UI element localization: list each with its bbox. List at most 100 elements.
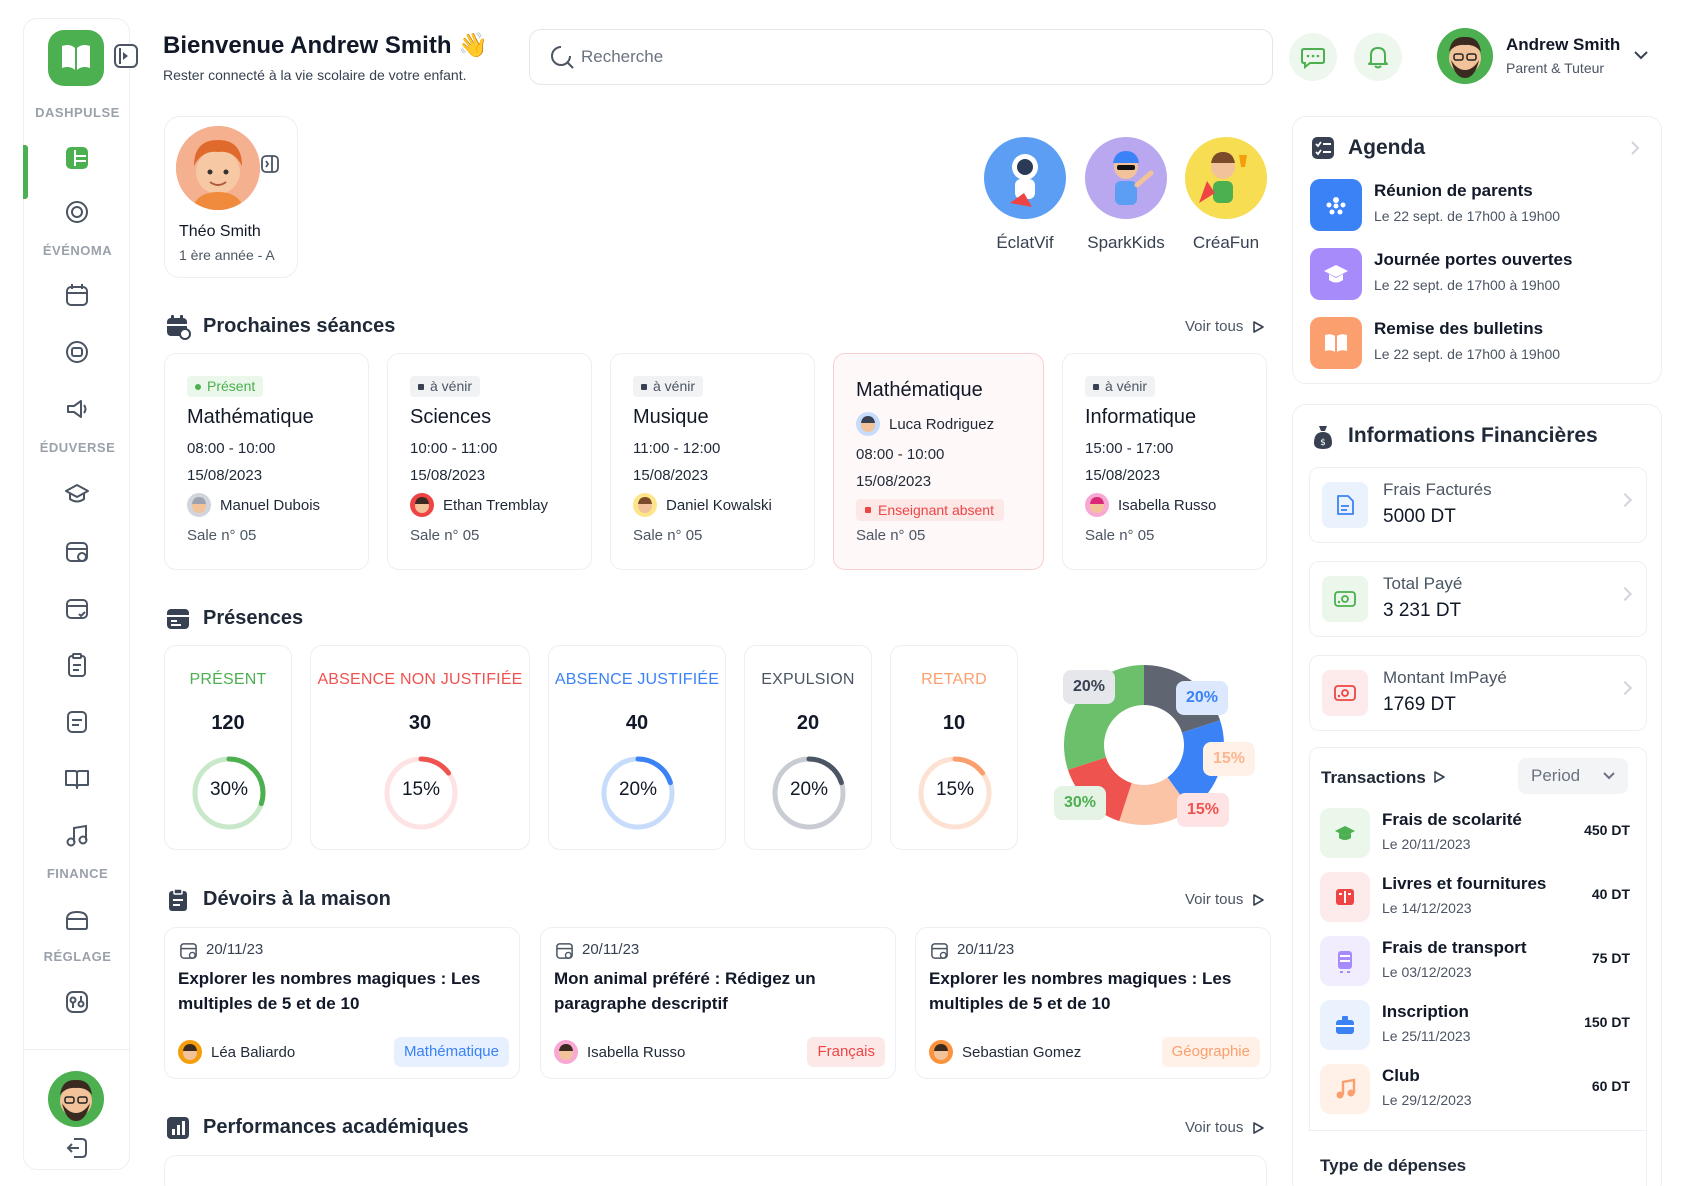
notifications-button[interactable]	[1354, 33, 1402, 81]
transaction-row[interactable]: Club Le 29/12/2023 60 DT	[1320, 1062, 1630, 1118]
finance-item[interactable]: Total Payé 3 231 DT	[1309, 561, 1647, 637]
club-eclatvif[interactable]: ÉclatVif	[983, 137, 1067, 253]
agenda-item[interactable]: Journée portes ouvertes Le 22 sept. de 1…	[1310, 248, 1630, 302]
megaphone-icon[interactable]	[62, 394, 92, 424]
messages-button[interactable]	[1289, 33, 1337, 81]
seance-subject: Mathématique	[187, 406, 314, 428]
seance-date: 15/08/2023	[856, 473, 932, 490]
period-select[interactable]: Period	[1518, 758, 1628, 794]
homework-title: Explorer les nombres magiques : Les mult…	[929, 969, 1232, 1013]
teacher-avatar	[554, 1040, 578, 1064]
play-arrow-icon[interactable]	[1251, 320, 1265, 334]
club-creafun[interactable]: CréaFun	[1184, 137, 1268, 253]
seance-teacher: Ethan Tremblay	[410, 492, 548, 518]
teacher-avatar	[856, 412, 880, 436]
cash-icon	[1322, 576, 1368, 622]
transaction-amount: 60 DT	[1591, 1078, 1630, 1094]
user-avatar[interactable]	[1437, 28, 1493, 84]
devoirs-voir-tous[interactable]: Voir tous	[1185, 891, 1243, 908]
schedule-icon[interactable]	[62, 536, 92, 566]
finance-item[interactable]: Montant ImPayé 1769 DT	[1309, 655, 1647, 731]
presence-card[interactable]: EXPULSION 20 20%	[744, 645, 872, 850]
section-eduverse: ÉDUVERSE	[39, 440, 116, 455]
presence-card[interactable]: PRÉSENT 120 30%	[164, 645, 292, 850]
transaction-row[interactable]: Inscription Le 25/11/2023 150 DT	[1320, 998, 1630, 1054]
agenda-item[interactable]: Remise des bulletins Le 22 sept. de 17h0…	[1310, 317, 1630, 371]
play-arrow-icon[interactable]	[1251, 893, 1265, 907]
teacher-avatar	[1085, 493, 1109, 517]
app-logo[interactable]	[48, 30, 104, 86]
seances-voir-tous[interactable]: Voir tous	[1185, 318, 1243, 335]
search-input[interactable]: Recherche	[581, 47, 663, 67]
transaction-row[interactable]: Livres et fournitures Le 14/12/2023 40 DT	[1320, 870, 1630, 926]
transaction-row[interactable]: Frais de transport Le 03/12/2023 75 DT	[1320, 934, 1630, 990]
chevron-right-icon[interactable]	[1628, 139, 1642, 157]
logout-icon[interactable]	[62, 1133, 92, 1163]
agenda-item-date: Le 22 sept. de 17h00 à 19h00	[1374, 208, 1561, 224]
teacher-name: Sebastian Gomez	[962, 1043, 1082, 1061]
play-arrow-icon[interactable]	[1251, 1121, 1265, 1135]
attendance-icon[interactable]	[62, 593, 92, 623]
open-book-icon[interactable]	[62, 764, 92, 794]
agenda-item-title: Journée portes ouvertes	[1374, 250, 1573, 269]
teacher-avatar	[187, 493, 211, 517]
seance-card[interactable]: à vénir Sciences 10:00 - 11:00 15/08/202…	[387, 353, 592, 570]
chart-icon	[167, 1117, 189, 1139]
donut-label: 30%	[1054, 786, 1107, 820]
clipboard-icon[interactable]	[62, 650, 92, 680]
presence-progress-ring: 15%	[381, 753, 461, 833]
performances-voir-tous[interactable]: Voir tous	[1185, 1119, 1243, 1136]
sidebar-divider	[24, 1049, 131, 1050]
calendar-icon[interactable]	[62, 280, 92, 310]
settings-icon[interactable]	[62, 987, 92, 1017]
agenda-item-date: Le 22 sept. de 17h00 à 19h00	[1374, 346, 1561, 362]
music-icon[interactable]	[62, 821, 92, 851]
homework-clipboard-icon	[169, 888, 187, 911]
finance-item[interactable]: Frais Facturés 5000 DT	[1309, 467, 1647, 543]
seance-card-absent[interactable]: Mathématique Luca Rodriguez 08:00 - 10:0…	[833, 353, 1044, 570]
seance-card[interactable]: à vénir Informatique 15:00 - 17:00 15/08…	[1062, 353, 1267, 570]
presence-percent: 30%	[209, 779, 249, 800]
sidebar-collapse-button[interactable]	[114, 44, 138, 68]
child-name: Théo Smith	[179, 223, 261, 240]
homework-card[interactable]: 20/11/23 Explorer les nombres magiques : …	[164, 927, 520, 1079]
transaction-row[interactable]: Frais de scolarité Le 20/11/2023 450 DT	[1320, 806, 1630, 862]
graduation-cap-icon[interactable]	[62, 479, 92, 509]
presence-card[interactable]: RETARD 10 15%	[890, 645, 1018, 850]
wallet-icon[interactable]	[62, 905, 92, 935]
presence-count: 20	[796, 712, 820, 734]
registration-icon	[1320, 1000, 1370, 1050]
sidebar: DASHPULSE ÉVÉNOMA ÉDUVERSE FINANCE RÉGLA…	[23, 18, 138, 1170]
homework-card[interactable]: 20/11/23 Explorer les nombres magiques : …	[915, 927, 1271, 1079]
dashboard-icon[interactable]	[62, 143, 92, 173]
presence-card[interactable]: ABSENCE JUSTIFIÉE 40 20%	[548, 645, 726, 850]
chevron-down-icon[interactable]	[1633, 49, 1649, 61]
chevron-down-icon	[1603, 772, 1615, 780]
event-icon[interactable]	[62, 337, 92, 367]
performances-panel	[164, 1155, 1267, 1186]
agenda-title: Agenda	[1348, 136, 1426, 159]
document-icon[interactable]	[62, 707, 92, 737]
seance-time: 11:00 - 12:00	[633, 440, 721, 457]
switch-child-icon[interactable]	[260, 154, 280, 174]
seance-teacher: Daniel Kowalski	[633, 492, 772, 518]
seance-card[interactable]: Présent Mathématique 08:00 - 10:00 15/08…	[164, 353, 369, 570]
presence-progress-ring: 20%	[769, 753, 849, 833]
agenda-icon	[1312, 137, 1334, 159]
homework-card[interactable]: 20/11/23 Mon animal préféré : Rédigez un …	[540, 927, 896, 1079]
sidebar-avatar[interactable]	[48, 1071, 104, 1127]
presence-card[interactable]: ABSENCE NON JUSTIFIÉE 30 15%	[310, 645, 530, 850]
play-arrow-icon[interactable]	[1432, 770, 1446, 784]
homework-title: Explorer les nombres magiques : Les mult…	[178, 969, 481, 1013]
child-card[interactable]: Théo Smith 1 ère année - A	[164, 116, 298, 278]
search-bar[interactable]: Recherche	[529, 29, 1273, 85]
club-sparkkids[interactable]: SparkKids	[1084, 137, 1168, 253]
teacher-name: Daniel Kowalski	[666, 496, 772, 514]
pulse-icon[interactable]	[62, 197, 92, 227]
club-name: CréaFun	[1192, 233, 1260, 252]
homework-teacher: Isabella Russo	[554, 1039, 685, 1065]
presence-count: 30	[408, 712, 432, 734]
seance-card[interactable]: à vénir Musique 11:00 - 12:00 15/08/2023…	[610, 353, 815, 570]
transaction-title: Livres et fournitures	[1382, 874, 1547, 893]
agenda-item[interactable]: Réunion de parents Le 22 sept. de 17h00 …	[1310, 179, 1630, 233]
